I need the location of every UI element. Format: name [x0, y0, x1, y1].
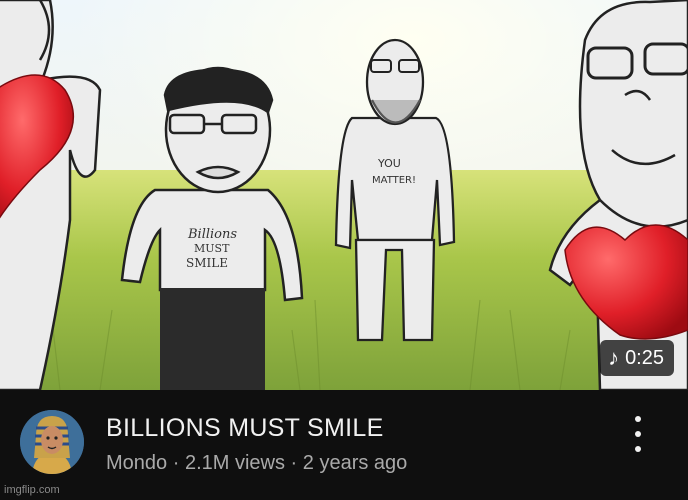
channel-name[interactable]: Mondo	[106, 452, 167, 474]
imgflip-watermark: imgflip.com	[4, 484, 60, 496]
shirt-text-center-1: YOU	[377, 157, 401, 170]
channel-avatar[interactable]	[20, 410, 84, 474]
video-title[interactable]: BILLIONS MUST SMILE	[106, 414, 384, 443]
view-count: 2.1M views	[184, 452, 285, 474]
shirt-text-left-3: SMILE	[186, 256, 228, 270]
shirt-text-left-2: MUST	[194, 242, 230, 255]
shirt-text-left-1: Billions	[187, 227, 237, 242]
separator: ·	[290, 452, 298, 474]
music-note-icon: ♪	[608, 345, 620, 370]
separator: ·	[172, 452, 180, 474]
video-subline: Mondo · 2.1M views · 2 years ago	[106, 452, 407, 475]
more-vertical-icon[interactable]	[628, 416, 648, 452]
thumbnail-illustration: Billions MUST SMILE YOU MATTER!	[0, 0, 688, 390]
video-meta: BILLIONS MUST SMILE Mondo · 2.1M views ·…	[0, 390, 688, 500]
duration-badge: ♪ 0:25	[600, 340, 674, 376]
avatar-image	[20, 410, 84, 474]
video-thumbnail[interactable]: Billions MUST SMILE YOU MATTER! ♪ 0:25	[0, 0, 688, 390]
upload-age: 2 years ago	[302, 452, 408, 474]
duration-text: 0:25	[625, 346, 664, 369]
shirt-text-center-2: MATTER!	[372, 175, 416, 186]
